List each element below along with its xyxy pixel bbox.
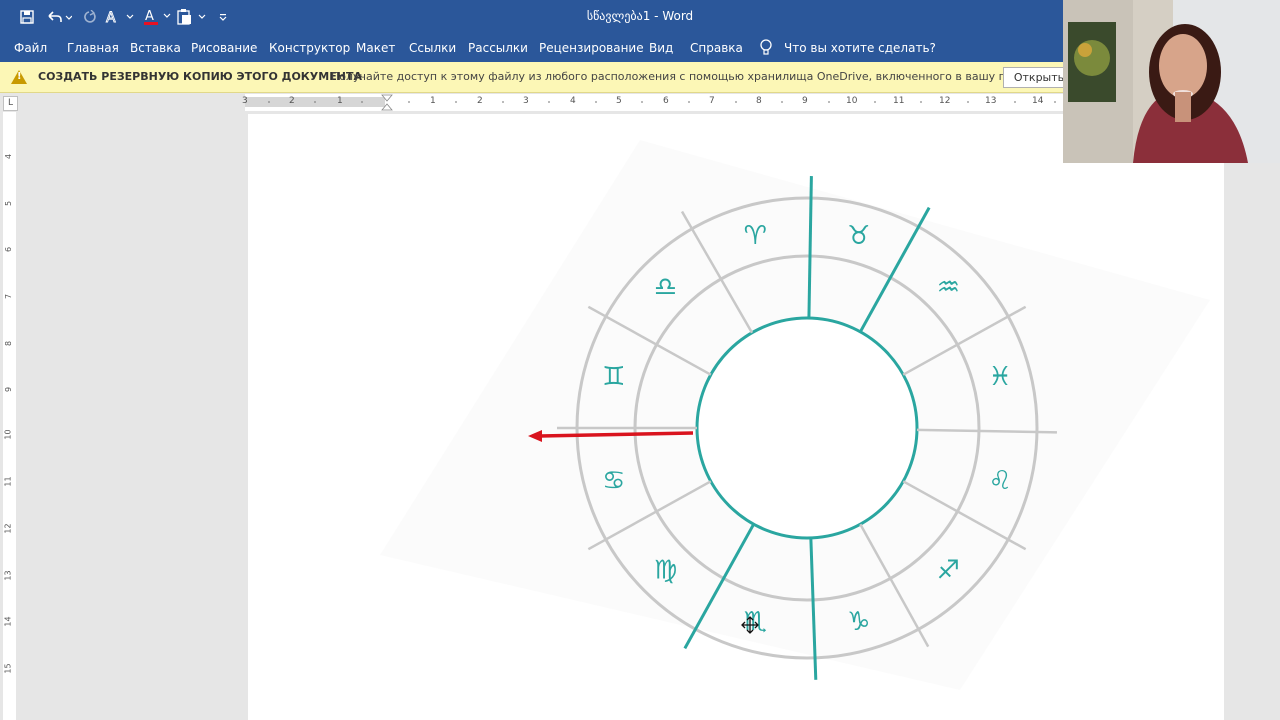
- ruler-tick-label: 5: [616, 96, 622, 106]
- tell-me-search[interactable]: Что вы хотите сделать?: [784, 41, 936, 55]
- document-page[interactable]: [248, 114, 1224, 720]
- ruler-tick-label: 13: [985, 96, 997, 106]
- tab-references[interactable]: Ссылки: [409, 41, 456, 55]
- tab-layout[interactable]: Макет: [356, 41, 395, 55]
- tab-design[interactable]: Конструктор: [269, 41, 350, 55]
- ruler-tick-label: 13: [3, 570, 13, 581]
- ruler-tick-label: 8: [756, 96, 762, 106]
- ruler-tick-label: 14: [3, 616, 13, 627]
- ruler-tick-label: 11: [3, 476, 13, 487]
- ruler-tick-label: 8: [4, 340, 14, 347]
- horizontal-ruler[interactable]: 3 2 1 1 2 3 4 5 6 7 8 9 10 11 12 13 14: [242, 94, 1065, 111]
- ruler-tick-label: 15: [3, 663, 13, 674]
- webcam-overlay: [1063, 0, 1280, 163]
- tab-draw[interactable]: Рисование: [191, 41, 257, 55]
- ruler-tick-label: 12: [3, 523, 13, 534]
- ruler-tick-label: 9: [4, 386, 14, 393]
- ruler-tick-label: 10: [3, 429, 13, 440]
- ruler-tick-label: 2: [477, 96, 483, 106]
- ruler-tick-label: 3: [242, 96, 248, 106]
- tab-help[interactable]: Справка: [690, 41, 743, 55]
- warning-mark: !: [17, 71, 22, 82]
- tab-home[interactable]: Главная: [67, 41, 119, 55]
- tab-view[interactable]: Вид: [649, 41, 673, 55]
- tab-mailings[interactable]: Рассылки: [468, 41, 528, 55]
- ruler-tick-label: 12: [939, 96, 951, 106]
- ruler-tick-label: 4: [4, 153, 14, 160]
- ruler-tick-label: 14: [1032, 96, 1044, 106]
- ruler-tick-label: 3: [523, 96, 529, 106]
- infobar-title: СОЗДАТЬ РЕЗЕРВНУЮ КОПИЮ ЭТОГО ДОКУМЕНТА: [38, 70, 362, 83]
- infobar-text: Получайте доступ к этому файлу из любого…: [331, 70, 1058, 83]
- ruler-tick-label: 11: [893, 96, 905, 106]
- tab-file[interactable]: Файл: [14, 41, 47, 55]
- vertical-ruler[interactable]: 4 5 6 7 8 9 10 11 12 13 14 15: [3, 112, 16, 720]
- ruler-tick-label: 6: [4, 246, 14, 253]
- ruler-tick-label: 9: [802, 96, 808, 106]
- ruler-tick-label: 4: [570, 96, 576, 106]
- tab-review[interactable]: Рецензирование: [539, 41, 644, 55]
- ruler-tick-label: 1: [430, 96, 436, 106]
- ruler-tick-label: 2: [289, 96, 295, 106]
- ruler-tick-label: 1: [337, 96, 343, 106]
- ruler-tick-label: 5: [4, 200, 14, 207]
- ruler-tick-label: 7: [4, 293, 14, 300]
- tab-insert[interactable]: Вставка: [130, 41, 181, 55]
- ruler-tick-label: 10: [846, 96, 858, 106]
- ruler-tick-label: 6: [663, 96, 669, 106]
- lightbulb-icon[interactable]: [759, 39, 773, 59]
- tab-selector[interactable]: L: [3, 96, 18, 111]
- ruler-tick-label: 7: [709, 96, 715, 106]
